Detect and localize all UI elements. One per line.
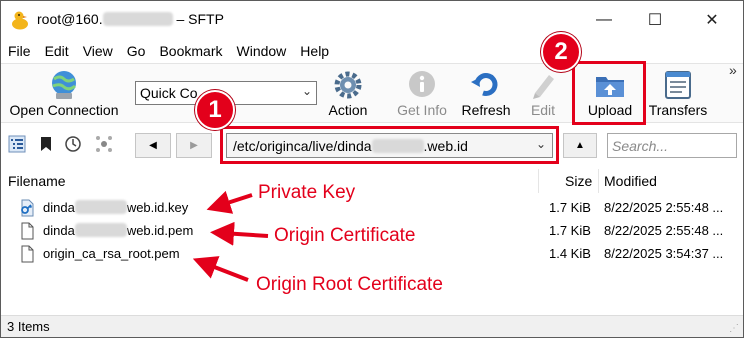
file-size: 1.4 KiB: [549, 246, 591, 261]
redacted-domain: [371, 139, 424, 153]
file-name: dinda web.id.key: [43, 200, 189, 215]
transfers-button[interactable]: Transfers: [645, 64, 711, 122]
duck-app-icon: [12, 11, 28, 30]
path-bar: ◀ ▶ /etc/originca/live/dinda .web.id ⌄ ▲ …: [1, 123, 743, 167]
column-size[interactable]: Size: [565, 173, 592, 189]
redacted-ip: [102, 12, 173, 26]
file-size: 1.7 KiB: [549, 200, 591, 215]
info-icon: [409, 71, 435, 97]
column-modified[interactable]: Modified: [604, 173, 657, 189]
column-divider[interactable]: [598, 169, 599, 193]
status-bar: 3 Items ⋰: [1, 315, 743, 337]
path-select[interactable]: /etc/originca/live/dinda .web.id ⌄: [226, 133, 553, 158]
gear-icon: [334, 71, 362, 99]
file-size: 1.7 KiB: [549, 223, 591, 238]
file-name: dinda web.id.pem: [43, 223, 194, 238]
bonjour-icon[interactable]: [95, 135, 113, 153]
minimize-button[interactable]: —: [581, 1, 627, 39]
column-divider[interactable]: [538, 169, 539, 193]
title-bar: root@160. – SFTP — ☐ ✕: [1, 1, 743, 39]
refresh-button[interactable]: Refresh: [456, 64, 516, 122]
maximize-button[interactable]: ☐: [632, 1, 678, 39]
globe-connection-icon: [52, 71, 76, 99]
column-filename[interactable]: Filename: [8, 173, 66, 189]
bookmark-icon[interactable]: [37, 135, 55, 153]
forward-button[interactable]: ▶: [176, 133, 212, 158]
refresh-label: Refresh: [461, 102, 511, 118]
step-badge-2: 2: [541, 32, 581, 72]
menu-edit[interactable]: Edit: [45, 43, 69, 59]
get-info-button[interactable]: Get Info: [391, 64, 453, 122]
chevron-down-icon: ⌄: [301, 84, 312, 98]
window-title: root@160. – SFTP: [37, 11, 224, 27]
key-file-icon: [21, 199, 34, 217]
menu-bar: File Edit View Go Bookmark Window Help: [1, 39, 743, 63]
open-connection-button[interactable]: Open Connection: [4, 64, 124, 122]
file-list-header: Filename Size Modified: [1, 169, 743, 193]
action-button[interactable]: Action: [321, 64, 375, 122]
toolbar: Open Connection Quick Co ⌄ Action ▼ Get …: [1, 62, 743, 161]
document-icon: [21, 245, 34, 263]
transfers-label: Transfers: [648, 102, 708, 118]
document-icon: [21, 222, 34, 240]
edit-label: Edit: [530, 102, 556, 118]
annotation-origin-root-certificate: Origin Root Certificate: [256, 274, 443, 295]
parent-folder-button[interactable]: ▲: [563, 133, 597, 158]
search-input[interactable]: Search...: [607, 133, 737, 158]
menu-help[interactable]: Help: [300, 43, 329, 59]
triangle-right-icon: ▶: [190, 140, 198, 151]
upload-label: Upload: [587, 102, 633, 118]
menu-view[interactable]: View: [83, 43, 113, 59]
file-modified: 8/22/2025 2:55:48 ...: [604, 200, 724, 215]
annotation-origin-certificate: Origin Certificate: [274, 225, 416, 246]
history-clock-icon[interactable]: [64, 135, 82, 153]
resize-grip-icon[interactable]: ⋰: [729, 323, 739, 334]
file-name: origin_ca_rsa_root.pem: [43, 246, 180, 261]
annotation-private-key: Private Key: [258, 182, 356, 203]
redacted-text: [74, 223, 127, 237]
redacted-text: [74, 200, 127, 214]
menu-go[interactable]: Go: [127, 43, 146, 59]
menu-file[interactable]: File: [8, 43, 31, 59]
triangle-up-icon: ▲: [575, 140, 585, 151]
transfers-list-icon: [665, 71, 691, 99]
triangle-left-icon: ◀: [149, 140, 157, 151]
toolbar-overflow-icon[interactable]: »: [729, 62, 737, 78]
file-row[interactable]: dinda web.id.key 1.7 KiB 8/22/2025 2:55:4…: [1, 197, 743, 220]
file-modified: 8/22/2025 2:55:48 ...: [604, 223, 724, 238]
refresh-icon: [471, 73, 498, 96]
chevron-down-icon: ⌄: [535, 137, 546, 151]
menu-window[interactable]: Window: [237, 43, 287, 59]
open-connection-label: Open Connection: [9, 102, 119, 118]
edit-button[interactable]: Edit: [523, 64, 563, 122]
pencil-icon: [533, 75, 554, 99]
action-label: Action: [328, 102, 368, 118]
item-count: 3 Items: [7, 319, 50, 334]
step-badge-1: 1: [195, 90, 235, 130]
upload-folder-icon: [596, 77, 624, 97]
outline-view-icon[interactable]: [8, 135, 26, 153]
menu-bookmark[interactable]: Bookmark: [159, 43, 222, 59]
file-modified: 8/22/2025 3:54:37 ...: [604, 246, 724, 261]
get-info-label: Get Info: [397, 102, 447, 118]
close-button[interactable]: ✕: [689, 1, 735, 39]
back-button[interactable]: ◀: [135, 133, 171, 158]
upload-button[interactable]: Upload: [581, 64, 639, 122]
